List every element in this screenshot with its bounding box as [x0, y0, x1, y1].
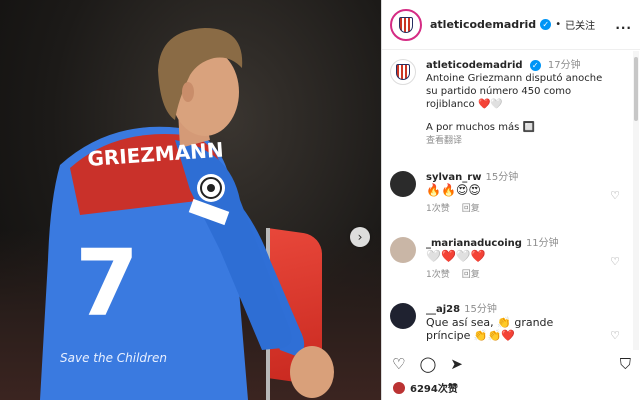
- caption-username[interactable]: atleticodemadrid: [426, 60, 523, 71]
- comment-text: 🤍❤️🤍❤️: [426, 249, 486, 263]
- comment-time: 15分钟: [485, 172, 519, 183]
- likes-summary[interactable]: 6294次赞: [392, 380, 458, 395]
- header-username[interactable]: atleticodemadrid: [430, 18, 536, 31]
- post-photo: GRIEZMANN 7 Save the Children ›: [0, 0, 381, 400]
- see-translation-link[interactable]: 查看翻译: [426, 135, 612, 148]
- verified-badge-icon: ✓: [540, 19, 552, 30]
- comments-scrollbar[interactable]: [633, 51, 639, 350]
- comment-icon[interactable]: ◯: [419, 355, 436, 373]
- caption-text: Antoine Griezmann disputó anoche su part…: [426, 73, 603, 110]
- commenter-avatar[interactable]: [390, 237, 416, 263]
- action-bar: ♡ ◯ ➤ ⛉: [382, 352, 640, 376]
- comment-like-heart-icon[interactable]: ♡: [610, 189, 620, 202]
- post-caption: atleticodemadrid ✓ 17分钟 Antoine Griezman…: [390, 51, 624, 148]
- comment-username[interactable]: _marianaducoing: [426, 238, 522, 249]
- comment-time: 15分钟: [464, 304, 497, 315]
- comment-likes[interactable]: 1次赞: [426, 204, 450, 214]
- next-image-button[interactable]: ›: [350, 227, 370, 247]
- post-header: atleticodemadrid ✓ • 已关注 ...: [382, 0, 640, 50]
- account-avatar[interactable]: [390, 8, 422, 41]
- post-side-panel: atleticodemadrid ✓ • 已关注 ... atleticodem…: [381, 0, 640, 400]
- header-separator: •: [555, 19, 562, 30]
- heart-outline-icon[interactable]: ♡: [392, 355, 405, 373]
- comment-username[interactable]: sylvan_rw: [426, 172, 481, 183]
- comment-like-heart-icon[interactable]: ♡: [610, 255, 620, 268]
- svg-text:Save the Children: Save the Children: [60, 351, 167, 365]
- svg-text:7: 7: [75, 230, 139, 337]
- reply-button[interactable]: 回复: [462, 204, 480, 214]
- comment-item: __aj28 15分钟 Que así sea, 👏 grande príncip…: [390, 303, 622, 342]
- comment-like-heart-icon[interactable]: ♡: [610, 329, 620, 342]
- comment-text: Que así sea, 👏 grande príncipe 👏👏❤️: [426, 316, 554, 342]
- comment-likes[interactable]: 1次赞: [426, 270, 450, 280]
- comment-text: 🔥🔥😍😍: [426, 183, 481, 197]
- comment-item: _marianaducoing 11分钟 🤍❤️🤍❤️ 1次赞 回复 ♡: [390, 237, 622, 282]
- atletico-crest-icon: [399, 16, 413, 33]
- comment-username[interactable]: __aj28: [426, 304, 460, 315]
- player-figure: GRIEZMANN 7 Save the Children: [40, 28, 334, 400]
- caption-time: 17分钟: [547, 60, 581, 71]
- send-icon[interactable]: ➤: [450, 355, 463, 373]
- caption-text-2: A por muchos más 🔲: [426, 122, 535, 133]
- bookmark-icon[interactable]: ⛉: [620, 355, 631, 373]
- atletico-crest-icon: [396, 64, 410, 80]
- scrollbar-thumb[interactable]: [634, 57, 638, 121]
- liker-avatar: [392, 380, 406, 395]
- comment-time: 11分钟: [525, 238, 559, 249]
- more-options-icon[interactable]: ...: [615, 18, 632, 32]
- commenter-avatar[interactable]: [390, 303, 416, 329]
- likes-count: 6294次赞: [410, 384, 458, 395]
- verified-badge-icon: ✓: [529, 59, 541, 71]
- reply-button[interactable]: 回复: [462, 270, 480, 280]
- comments-section[interactable]: atleticodemadrid ✓ 17分钟 Antoine Griezman…: [382, 51, 632, 350]
- caption-avatar[interactable]: [390, 59, 416, 85]
- caption-hearts: ❤️🤍: [477, 99, 503, 110]
- following-button[interactable]: 已关注: [565, 17, 595, 32]
- commenter-avatar[interactable]: [390, 171, 416, 197]
- comment-item: sylvan_rw 15分钟 🔥🔥😍😍 1次赞 回复 ♡: [390, 171, 622, 216]
